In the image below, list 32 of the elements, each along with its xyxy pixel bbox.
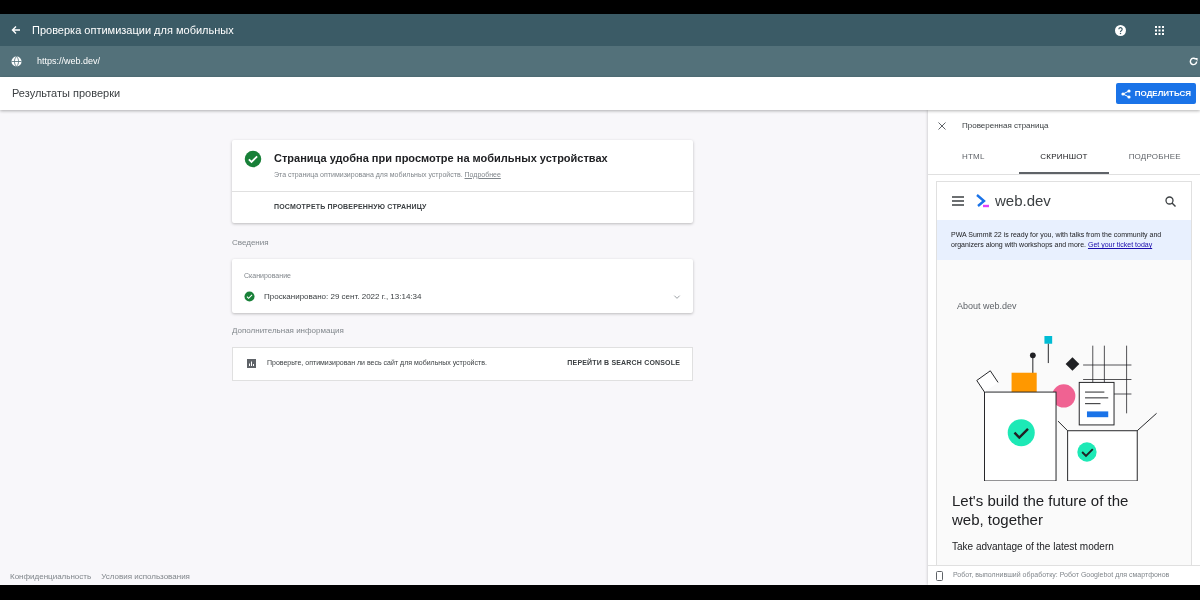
- results-title: Результаты проверки: [12, 86, 121, 102]
- crawl-status: Просканировано: 29 сент. 2022 г., 13:14:34: [264, 290, 422, 303]
- url-text[interactable]: https://web.dev/: [37, 54, 101, 69]
- chart-icon: [247, 359, 256, 368]
- panel-title: Проверенная страница: [962, 120, 1049, 132]
- footer-link[interactable]: Конфиденциальность: [10, 571, 92, 583]
- globe-icon: [11, 56, 22, 67]
- app-title: Проверка оптимизации для мобильных: [32, 22, 234, 38]
- result-title: Страница удобна при просмотре на мобильных устройствах: [274, 151, 608, 166]
- share-icon: [1120, 88, 1131, 99]
- phone-icon: [936, 570, 943, 581]
- tab[interactable]: СКРИНШОТ: [1018, 142, 1110, 174]
- check-circle-icon: [244, 150, 262, 168]
- apps-grid-icon[interactable]: [1155, 25, 1164, 35]
- site-logo: web.dev: [995, 190, 1051, 211]
- page-headline: Let's build the future of the web, together: [951, 490, 1130, 529]
- check-circle-icon: [244, 291, 255, 302]
- section-heading: Сведения: [232, 237, 270, 249]
- close-icon[interactable]: [938, 122, 946, 130]
- footer-link[interactable]: Условия использования: [101, 571, 190, 583]
- share-button[interactable]: ПОДЕЛИТЬСЯ: [1115, 83, 1196, 104]
- help-icon[interactable]: [1115, 24, 1126, 36]
- section-heading: Дополнительная информация: [232, 324, 345, 337]
- logo-icon: [976, 194, 990, 208]
- refresh-icon[interactable]: [1189, 57, 1198, 66]
- search-icon: [1165, 195, 1176, 207]
- tab[interactable]: ПОДРОБНЕЕ: [1109, 142, 1200, 174]
- menu-icon: [952, 196, 964, 206]
- back-arrow-icon[interactable]: [11, 25, 21, 35]
- tab[interactable]: HTML: [928, 142, 1019, 174]
- section-title: About web.dev: [956, 300, 1018, 313]
- page-body-text: Take advantage of the latest modern: [951, 539, 1115, 554]
